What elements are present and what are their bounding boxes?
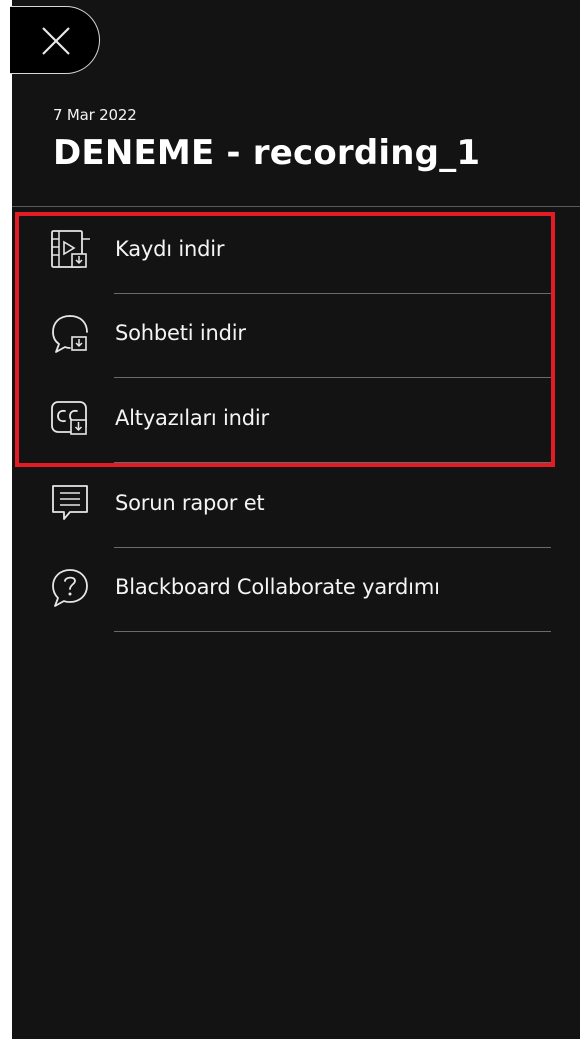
download-chat-item[interactable]: Sohbeti indir [38,312,551,396]
report-issue-label: Sorun rapor et [115,491,265,515]
download-captions-icon [51,401,87,435]
download-recording-item[interactable]: Kaydı indir [38,228,551,312]
help-label: Blackboard Collaborate yardımı [115,575,440,599]
recording-menu-panel: 7 Mar 2022 DENEME - recording_1 Kaydı in… [10,0,580,1039]
download-captions-item[interactable]: Altyazıları indir [38,397,551,481]
download-captions-label: Altyazıları indir [115,406,269,430]
download-chat-icon [52,315,88,353]
report-issue-item[interactable]: Sorun rapor et [38,482,551,566]
recording-date: 7 Mar 2022 [53,106,137,124]
menu-divider [114,547,551,548]
download-chat-label: Sohbeti indir [115,321,246,345]
close-icon [42,27,70,55]
download-recording-icon [51,230,90,268]
close-button[interactable] [10,6,100,74]
recording-title: DENEME - recording_1 [53,133,481,173]
menu-divider [114,631,551,632]
header-divider [12,206,580,207]
help-icon [52,569,88,607]
report-issue-icon [52,485,88,520]
menu-divider [114,377,551,378]
help-item[interactable]: Blackboard Collaborate yardımı [38,566,551,650]
download-recording-label: Kaydı indir [115,237,225,261]
menu-divider [114,462,551,463]
menu-divider [114,293,551,294]
